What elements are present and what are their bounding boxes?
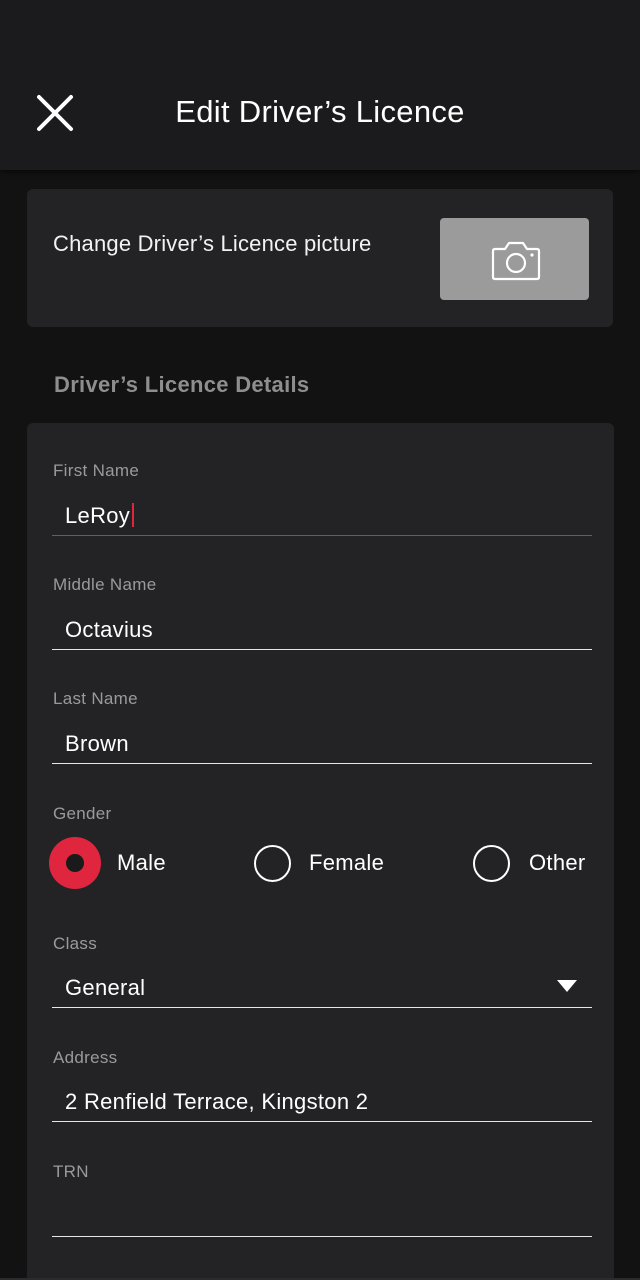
section-heading: Driver’s Licence Details: [54, 372, 310, 397]
class-dropdown[interactable]: General: [52, 967, 592, 1008]
last-name-value: Brown: [65, 731, 129, 756]
gender-option-label: Female: [309, 850, 385, 875]
camera-icon: [491, 241, 541, 281]
gender-radio-female[interactable]: Female: [254, 838, 384, 888]
camera-button[interactable]: [440, 218, 589, 300]
change-picture-card: Change Driver’s Licence picture: [27, 189, 613, 327]
address-label: Address: [53, 1048, 118, 1067]
change-picture-label: Change Driver’s Licence picture: [53, 231, 372, 256]
gender-option-label: Other: [529, 850, 586, 875]
first-name-value: LeRoy: [65, 503, 134, 529]
class-value: General: [65, 975, 146, 1000]
last-name-field[interactable]: Brown: [52, 723, 592, 764]
address-field[interactable]: 2 Renfield Terrace, Kingston 2: [52, 1081, 592, 1122]
radio-unselected-icon: [473, 844, 510, 882]
app-bar: Edit Driver’s Licence: [0, 0, 640, 170]
radio-selected-icon: [49, 837, 101, 889]
gender-option-label: Male: [117, 850, 166, 875]
page-title: Edit Driver’s Licence: [175, 94, 465, 129]
gender-radio-other[interactable]: Other: [473, 838, 586, 888]
middle-name-field[interactable]: Octavius: [52, 609, 592, 650]
first-name-field[interactable]: LeRoy: [52, 495, 592, 536]
last-name-label: Last Name: [53, 689, 138, 708]
first-name-label: First Name: [53, 461, 140, 480]
radio-unselected-icon: [254, 844, 291, 882]
dropdown-arrow-icon: [557, 980, 577, 992]
class-label: Class: [53, 934, 98, 953]
middle-name-value: Octavius: [65, 617, 153, 642]
middle-name-label: Middle Name: [53, 575, 157, 594]
text-cursor: [132, 503, 134, 527]
gender-label: Gender: [53, 804, 112, 823]
trn-field[interactable]: [52, 1196, 592, 1237]
address-value: 2 Renfield Terrace, Kingston 2: [65, 1089, 369, 1114]
gender-radio-male[interactable]: Male: [49, 837, 166, 889]
trn-label: TRN: [53, 1162, 89, 1181]
